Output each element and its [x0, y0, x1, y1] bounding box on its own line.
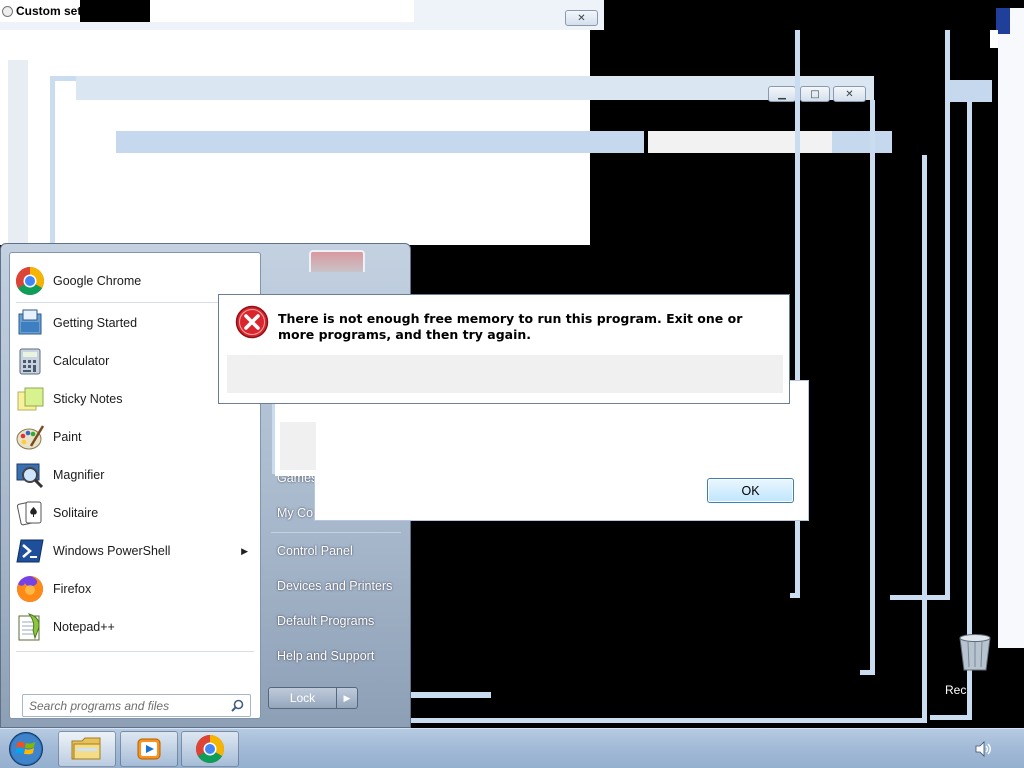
recycle-bin-label: Rec — [945, 683, 967, 697]
shutdown-options-arrow-icon[interactable]: ▶ — [337, 688, 357, 708]
taskbar-button-chrome[interactable] — [181, 731, 239, 767]
lock-button[interactable]: Lock ▶ — [268, 687, 358, 709]
calculator-icon — [14, 345, 46, 377]
address-bar — [116, 131, 644, 153]
start-menu-item-windows-powershell[interactable]: Windows PowerShell ▶ — [10, 534, 260, 568]
start-menu-link-control-panel[interactable]: Control Panel — [277, 544, 353, 558]
background-window-3 — [76, 76, 874, 100]
divider — [271, 532, 401, 533]
windows-orb-icon — [9, 732, 43, 766]
start-menu-link-computer[interactable]: My Co — [277, 506, 313, 520]
divider — [16, 651, 254, 652]
folder-icon — [71, 737, 101, 760]
taskbar — [0, 728, 1024, 768]
taskbar-button-media-player[interactable] — [120, 731, 178, 767]
recycle-bin-icon[interactable] — [956, 632, 994, 672]
window-frame — [930, 80, 972, 720]
sticky-notes-icon — [14, 383, 46, 415]
getting-started-icon — [14, 307, 46, 339]
start-menu-item-notepad-plus-plus[interactable]: Notepad++ — [10, 610, 260, 644]
solitaire-icon — [14, 497, 46, 529]
start-menu-item-google-chrome[interactable]: Google Chrome — [10, 264, 260, 298]
chrome-icon — [14, 265, 46, 297]
firefox-icon — [14, 573, 46, 605]
chrome-icon — [196, 735, 224, 763]
volume-icon[interactable] — [974, 740, 992, 758]
black-region — [80, 0, 150, 22]
start-menu-item-solitaire[interactable]: Solitaire — [10, 496, 260, 530]
media-player-icon — [137, 738, 161, 760]
radio-icon — [2, 5, 13, 17]
start-menu-link-devices-printers[interactable]: Devices and Printers — [277, 579, 392, 593]
submenu-arrow-icon: ▶ — [241, 545, 248, 556]
error-dialog: There is not enough free memory to run t… — [218, 294, 790, 404]
ok-button[interactable]: OK — [707, 478, 794, 503]
start-menu-item-firefox[interactable]: Firefox — [10, 572, 260, 606]
search-icon — [231, 699, 244, 712]
close-button[interactable]: ✕ — [565, 10, 598, 26]
start-menu-link-default-programs[interactable]: Default Programs — [277, 614, 374, 628]
powershell-icon — [14, 535, 46, 567]
start-menu-item-paint[interactable]: Paint — [10, 420, 260, 454]
start-menu-item-magnifier[interactable]: Magnifier — [10, 458, 260, 492]
error-dialog-button-strip — [227, 355, 783, 393]
start-menu-link-help-support[interactable]: Help and Support — [277, 649, 374, 663]
error-icon — [235, 305, 269, 339]
user-avatar[interactable] — [309, 250, 365, 272]
search-programs-input[interactable]: Search programs and files — [22, 694, 251, 717]
magnifier-icon — [14, 459, 46, 491]
notepadpp-icon — [14, 611, 46, 643]
paint-icon — [14, 421, 46, 453]
error-message: There is not enough free memory to run t… — [278, 311, 743, 342]
start-button[interactable] — [6, 731, 46, 767]
maximize-button[interactable]: □ — [800, 86, 830, 102]
taskbar-button-explorer[interactable] — [58, 731, 116, 767]
